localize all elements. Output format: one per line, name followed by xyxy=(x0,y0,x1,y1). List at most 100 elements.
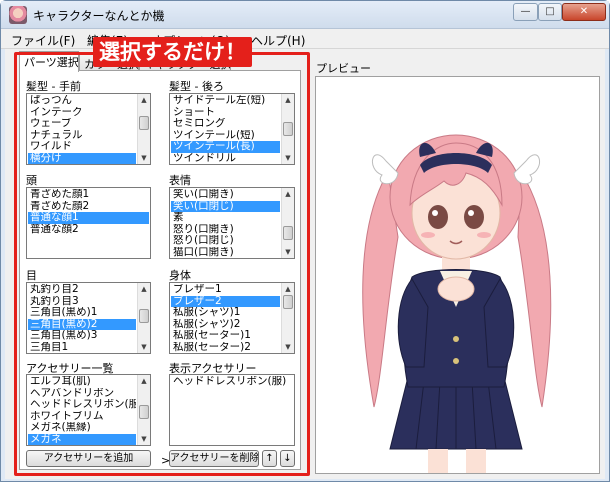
move-down-button[interactable]: ↓ xyxy=(280,450,295,467)
list-item[interactable]: 猫口(口開き) xyxy=(171,247,280,259)
client-area: パーツ選択 カラー選択 キャラクター選択 髪型 - 手前 ぱっつんインテークウェ… xyxy=(5,37,605,479)
scroll-thumb[interactable] xyxy=(139,309,149,323)
list-item[interactable]: ショート xyxy=(171,107,280,119)
scroll-down-icon[interactable]: ▼ xyxy=(282,341,294,353)
list-item[interactable]: 三角目1 xyxy=(28,342,136,354)
back-hair-label: 髪型 - 後ろ xyxy=(169,80,224,93)
list-item[interactable]: ツインドリル xyxy=(171,153,280,165)
list-item[interactable]: ホワイトブリム xyxy=(28,411,136,423)
maximize-button[interactable]: □ xyxy=(538,3,562,21)
list-item[interactable]: 三角目(黒め)3 xyxy=(28,330,136,342)
expression-scrollbar[interactable]: ▲ ▼ xyxy=(281,188,294,258)
scroll-down-icon[interactable]: ▼ xyxy=(138,433,150,445)
eyes-items: 丸釣り目2 丸釣り目3 三角目(黒め)1 三角目(黒め)2 三角目(黒め)3 三角目1 xyxy=(28,284,136,352)
scroll-up-icon[interactable]: ▲ xyxy=(282,283,294,295)
tab-parts[interactable]: パーツ選択 xyxy=(19,51,79,72)
title-bar[interactable]: キャラクターなんとか機 — □ ✕ xyxy=(1,1,609,29)
head-items: 青ざめた顔1 青ざめた顔2 普通な顔1 普通な顔2 xyxy=(28,189,149,257)
shown-accessories-listbox[interactable]: ヘッドドレスリボン(服) xyxy=(169,374,295,446)
list-item[interactable]: ナチュラル xyxy=(28,130,136,142)
eyes-label: 目 xyxy=(26,269,37,282)
front-hair-listbox[interactable]: ぱっつん インテーク ウェーブ ナチュラル ワイルド 横分け ▲ ▼ xyxy=(26,93,151,165)
app-icon xyxy=(9,6,27,24)
add-accessory-button[interactable]: アクセサリーを追加 xyxy=(26,450,151,467)
preview-label: プレビュー xyxy=(316,62,371,75)
scroll-up-icon[interactable]: ▲ xyxy=(138,375,150,387)
move-up-button[interactable]: ↑ xyxy=(262,450,277,467)
scroll-thumb[interactable] xyxy=(283,122,293,136)
list-item[interactable]: ブレザー2 xyxy=(171,295,280,307)
character-illustration xyxy=(362,134,552,473)
list-item[interactable]: サイドテール左(短) xyxy=(171,95,280,107)
list-item[interactable]: 丸釣り目2 xyxy=(28,284,136,296)
list-item[interactable]: ブレザー1 xyxy=(171,284,280,296)
list-item[interactable]: 素 xyxy=(171,212,280,224)
expression-label: 表情 xyxy=(169,174,191,187)
scroll-thumb[interactable] xyxy=(283,226,293,240)
scroll-thumb[interactable] xyxy=(283,295,293,309)
body-items: ブレザー1 ブレザー2 私服(シャツ)1 私服(シャツ)2 私服(セーター)1 私服(セー… xyxy=(171,284,280,352)
front-hair-scrollbar[interactable]: ▲ ▼ xyxy=(137,94,150,164)
list-item[interactable]: ヘアバンドリボン xyxy=(28,388,136,400)
scroll-up-icon[interactable]: ▲ xyxy=(282,94,294,106)
scroll-thumb[interactable] xyxy=(139,116,149,130)
list-item[interactable]: 青ざめた顔2 xyxy=(28,201,149,213)
scroll-down-icon[interactable]: ▼ xyxy=(282,246,294,258)
menu-file[interactable]: ファイル(F) xyxy=(11,32,75,49)
list-item[interactable]: 怒り(口閉じ) xyxy=(171,235,280,247)
list-item[interactable]: 私服(セーター)1 xyxy=(171,330,280,342)
back-hair-items: サイドテール左(短) ショート セミロング ツインテール(短) ツインテール(長) ツイン… xyxy=(171,95,280,163)
list-item[interactable]: ツインテール(短) xyxy=(171,130,280,142)
front-hair-label: 髪型 - 手前 xyxy=(26,80,81,93)
scroll-up-icon[interactable]: ▲ xyxy=(138,283,150,295)
list-item[interactable]: ヘッドドレスリボン(服) xyxy=(171,376,293,388)
list-item[interactable]: 丸釣り目3 xyxy=(28,296,136,308)
eyes-scrollbar[interactable]: ▲ ▼ xyxy=(137,283,150,353)
list-item[interactable]: ぱっつん xyxy=(28,95,136,107)
list-item[interactable]: ヘッドドレスリボン(服) xyxy=(28,399,136,411)
expression-listbox[interactable]: 笑い(口開き) 笑い(口閉じ) 素怒り(口開き) 怒り(口閉じ) 猫口(口開き) ▲ ▼ xyxy=(169,187,295,259)
close-button[interactable]: ✕ xyxy=(562,3,606,21)
back-hair-listbox[interactable]: サイドテール左(短) ショート セミロング ツインテール(短) ツインテール(長) ツイン… xyxy=(169,93,295,165)
remove-accessory-button[interactable]: アクセサリーを削除 xyxy=(169,450,259,467)
scroll-up-icon[interactable]: ▲ xyxy=(138,94,150,106)
list-item[interactable]: 三角目(黒め)1 xyxy=(28,307,136,319)
character-preview xyxy=(315,76,600,474)
head-listbox[interactable]: 青ざめた顔1 青ざめた顔2 普通な顔1 普通な顔2 xyxy=(26,187,151,259)
list-item[interactable]: 普通な顔2 xyxy=(28,224,149,236)
scroll-thumb[interactable] xyxy=(139,405,149,419)
list-item[interactable]: メガネ(黒縁) xyxy=(28,422,136,434)
list-item[interactable]: メガネ xyxy=(28,433,136,445)
list-item[interactable]: エルフ耳(肌) xyxy=(28,376,136,388)
parts-panel: 髪型 - 手前 ぱっつん インテーク ウェーブ ナチュラル ワイルド 横分け ▲ ▼ 髪型… xyxy=(19,70,301,470)
list-item[interactable]: インテーク xyxy=(28,107,136,119)
list-item[interactable]: 怒り(口開き) xyxy=(171,224,280,236)
scroll-up-icon[interactable]: ▲ xyxy=(282,188,294,200)
minimize-button[interactable]: — xyxy=(513,3,538,21)
list-item[interactable]: 笑い(口閉じ) xyxy=(171,200,280,212)
annotation-callout: 選択するだけ！ xyxy=(93,37,252,67)
list-item[interactable]: 三角目(黒め)2 xyxy=(28,318,136,330)
list-item[interactable]: ツインテール(長) xyxy=(171,141,280,153)
list-item[interactable]: 横分け xyxy=(28,152,136,164)
scroll-down-icon[interactable]: ▼ xyxy=(138,341,150,353)
list-item[interactable]: 私服(セーター)2 xyxy=(171,342,280,354)
scroll-down-icon[interactable]: ▼ xyxy=(282,152,294,164)
eyes-listbox[interactable]: 丸釣り目2 丸釣り目3 三角目(黒め)1 三角目(黒め)2 三角目(黒め)3 三角目1 ▲… xyxy=(26,282,151,354)
accessory-scrollbar[interactable]: ▲ ▼ xyxy=(137,375,150,445)
app-window: キャラクターなんとか機 — □ ✕ ファイル(F) 編集(E) オプション(O)… xyxy=(0,0,610,482)
menu-help[interactable]: ヘルプ(H) xyxy=(251,32,305,49)
list-item[interactable]: ウェーブ xyxy=(28,118,136,130)
list-item[interactable]: 普通な顔1 xyxy=(28,212,149,224)
list-item[interactable]: ワイルド xyxy=(28,141,136,153)
body-scrollbar[interactable]: ▲ ▼ xyxy=(281,283,294,353)
accessory-listbox[interactable]: エルフ耳(肌) ヘアバンドリボン ヘッドドレスリボン(服) ホワイトブリム メガネ(黒縁… xyxy=(26,374,151,446)
back-hair-scrollbar[interactable]: ▲ ▼ xyxy=(281,94,294,164)
list-item[interactable]: 青ざめた顔1 xyxy=(28,189,149,201)
scroll-down-icon[interactable]: ▼ xyxy=(138,152,150,164)
list-item[interactable]: 私服(シャツ)1 xyxy=(171,307,280,319)
list-item[interactable]: セミロング xyxy=(171,118,280,130)
body-listbox[interactable]: ブレザー1 ブレザー2 私服(シャツ)1 私服(シャツ)2 私服(セーター)1 私服(セー… xyxy=(169,282,295,354)
list-item[interactable]: 笑い(口開き) xyxy=(171,189,280,201)
list-item[interactable]: 私服(シャツ)2 xyxy=(171,319,280,331)
